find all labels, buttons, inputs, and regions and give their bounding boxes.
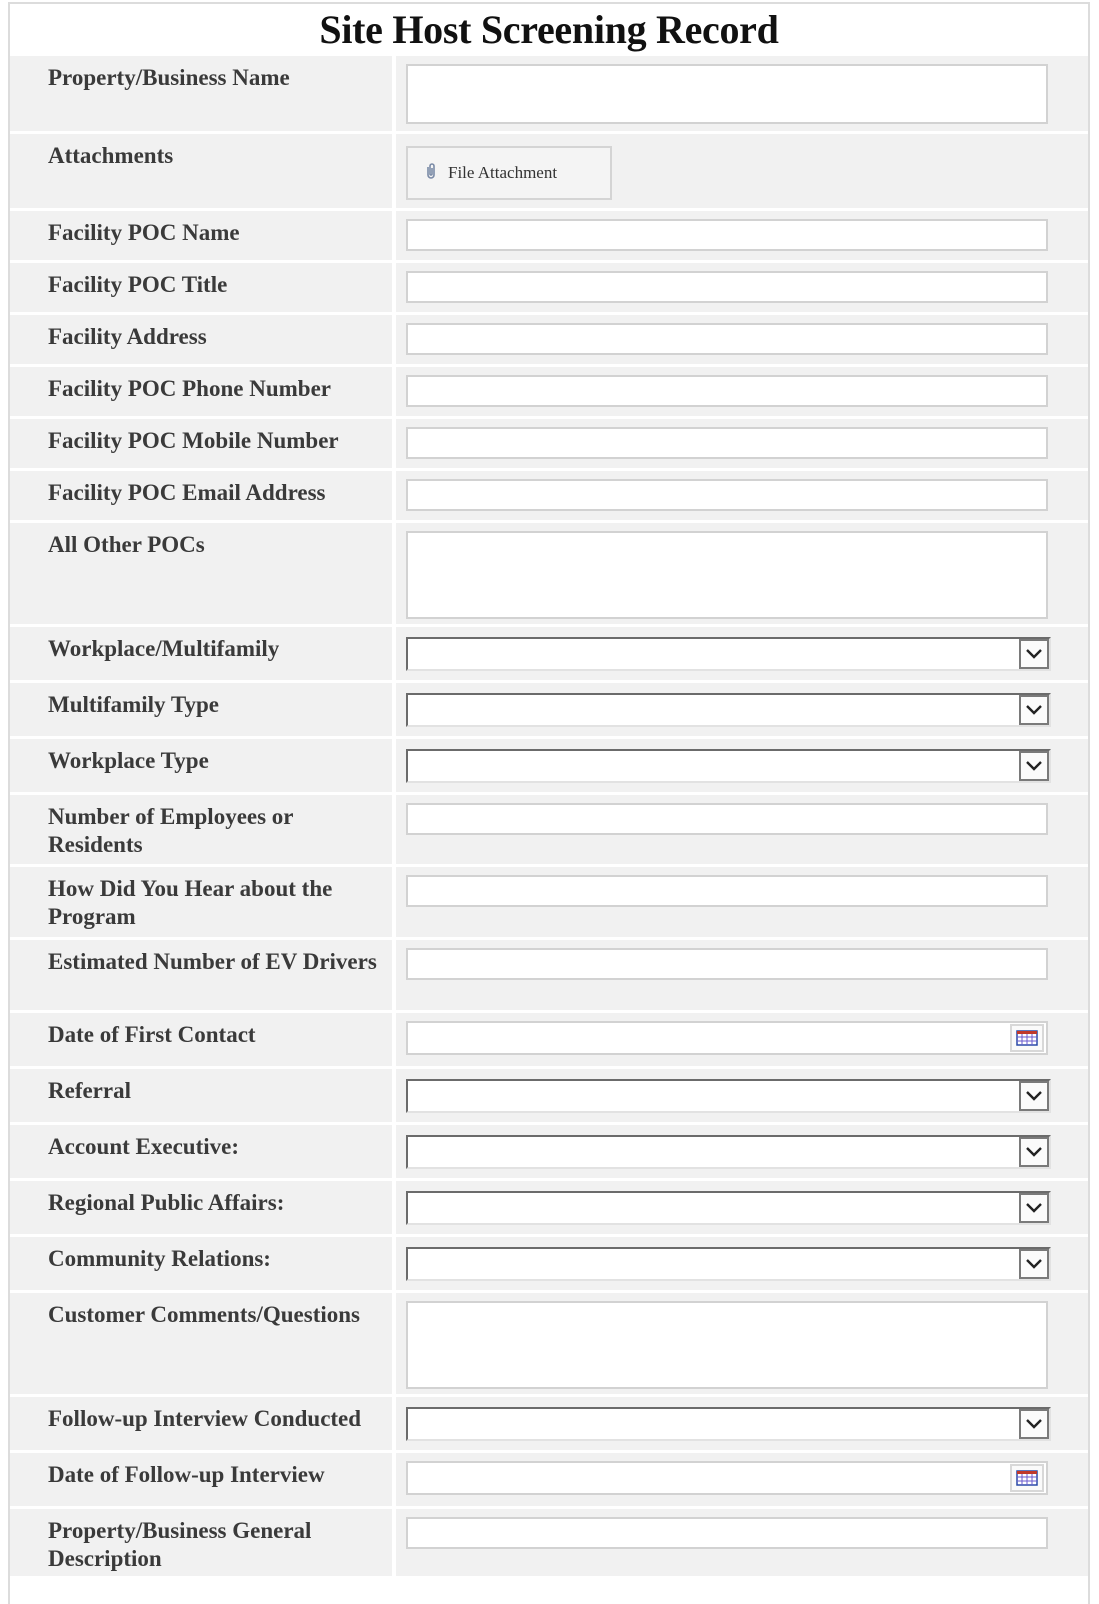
row-facility-poc-phone: Facility POC Phone Number [10,364,1088,416]
field-label: Community Relations: [10,1237,392,1290]
chevron-down-icon [1026,761,1042,771]
field-label: Property/Business Name [10,56,392,131]
referral-select[interactable] [406,1079,1051,1113]
dropdown-button[interactable] [1019,1193,1049,1223]
field-label: Facility Address [10,315,392,364]
field-label: Referral [10,1069,392,1122]
row-customer-comments: Customer Comments/Questions [10,1290,1088,1394]
dropdown-button[interactable] [1019,1409,1049,1439]
field-label: How Did You Hear about the Program [10,867,392,937]
row-facility-poc-email: Facility POC Email Address [10,468,1088,520]
field-label: Multifamily Type [10,683,392,736]
row-referral: Referral [10,1066,1088,1122]
chevron-down-icon [1026,1419,1042,1429]
row-facility-poc-title: Facility POC Title [10,260,1088,312]
field-label: Workplace Type [10,739,392,792]
dropdown-button[interactable] [1019,1081,1049,1111]
field-label: Customer Comments/Questions [10,1293,392,1394]
chevron-down-icon [1026,649,1042,659]
date-of-follow-up-interview-input[interactable] [406,1461,1048,1495]
row-date-of-follow-up-interview: Date of Follow-up Interview [10,1450,1088,1506]
form-title: Site Host Screening Record [319,7,779,52]
property-business-name-input[interactable] [406,64,1048,124]
property-business-description-input[interactable] [406,1517,1048,1549]
facility-poc-title-input[interactable] [406,271,1048,303]
field-label: Date of Follow-up Interview [10,1453,392,1506]
workplace-multifamily-select[interactable] [406,637,1051,671]
row-facility-poc-mobile: Facility POC Mobile Number [10,416,1088,468]
field-label: Regional Public Affairs: [10,1181,392,1234]
paperclip-icon [424,162,438,185]
row-follow-up-interview-conducted: Follow-up Interview Conducted [10,1394,1088,1450]
field-label: Facility POC Phone Number [10,367,392,416]
field-label: Estimated Number of EV Drivers [10,940,392,1010]
facility-poc-email-input[interactable] [406,479,1048,511]
file-attachment-button[interactable]: File Attachment [406,146,612,200]
row-how-did-you-hear: How Did You Hear about the Program [10,864,1088,937]
row-community-relations: Community Relations: [10,1234,1088,1290]
workplace-type-select[interactable] [406,749,1051,783]
field-label: Account Executive: [10,1125,392,1178]
dropdown-button[interactable] [1019,639,1049,669]
chevron-down-icon [1026,705,1042,715]
estimated-ev-drivers-input[interactable] [406,948,1048,980]
facility-address-input[interactable] [406,323,1048,355]
calendar-icon [1016,1030,1038,1046]
field-label: Workplace/Multifamily [10,627,392,680]
row-attachments: Attachments File Attachment [10,131,1088,208]
row-property-business-description: Property/Business General Description [10,1506,1088,1576]
row-account-executive: Account Executive: [10,1122,1088,1178]
row-facility-address: Facility Address [10,312,1088,364]
facility-poc-mobile-input[interactable] [406,427,1048,459]
row-regional-public-affairs: Regional Public Affairs: [10,1178,1088,1234]
field-label: Follow-up Interview Conducted [10,1397,392,1450]
dropdown-button[interactable] [1019,751,1049,781]
row-workplace-type: Workplace Type [10,736,1088,792]
field-label: Facility POC Title [10,263,392,312]
field-label: Facility POC Mobile Number [10,419,392,468]
multifamily-type-select[interactable] [406,693,1051,727]
row-multifamily-type: Multifamily Type [10,680,1088,736]
dropdown-button[interactable] [1019,1249,1049,1279]
field-label: All Other POCs [10,523,392,624]
field-label: Number of Employees or Residents [10,795,392,864]
account-executive-select[interactable] [406,1135,1051,1169]
field-label: Property/Business General Description [10,1509,392,1576]
facility-poc-name-input[interactable] [406,219,1048,251]
chevron-down-icon [1026,1203,1042,1213]
row-estimated-ev-drivers: Estimated Number of EV Drivers [10,937,1088,1010]
customer-comments-input[interactable] [406,1301,1048,1389]
how-did-you-hear-input[interactable] [406,875,1048,907]
chevron-down-icon [1026,1091,1042,1101]
chevron-down-icon [1026,1259,1042,1269]
calendar-icon [1016,1470,1038,1486]
facility-poc-phone-input[interactable] [406,375,1048,407]
date-picker-button[interactable] [1010,1024,1044,1052]
row-property-business-name: Property/Business Name [10,56,1088,131]
follow-up-interview-conducted-select[interactable] [406,1407,1051,1441]
row-workplace-multifamily: Workplace/Multifamily [10,624,1088,680]
row-all-other-pocs: All Other POCs [10,520,1088,624]
date-of-first-contact-input[interactable] [406,1021,1048,1055]
dropdown-button[interactable] [1019,695,1049,725]
site-host-screening-form: Site Host Screening Record Property/Busi… [8,2,1090,1604]
chevron-down-icon [1026,1147,1042,1157]
all-other-pocs-input[interactable] [406,531,1048,619]
row-date-of-first-contact: Date of First Contact [10,1010,1088,1066]
regional-public-affairs-select[interactable] [406,1191,1051,1225]
file-attachment-label: File Attachment [448,163,558,182]
dropdown-button[interactable] [1019,1137,1049,1167]
field-label: Facility POC Email Address [10,471,392,520]
community-relations-select[interactable] [406,1247,1051,1281]
field-label: Date of First Contact [10,1013,392,1066]
number-of-employees-input[interactable] [406,803,1048,835]
field-label: Facility POC Name [10,211,392,260]
date-picker-button[interactable] [1010,1464,1044,1492]
row-facility-poc-name: Facility POC Name [10,208,1088,260]
row-number-of-employees: Number of Employees or Residents [10,792,1088,864]
field-label: Attachments [10,134,392,208]
